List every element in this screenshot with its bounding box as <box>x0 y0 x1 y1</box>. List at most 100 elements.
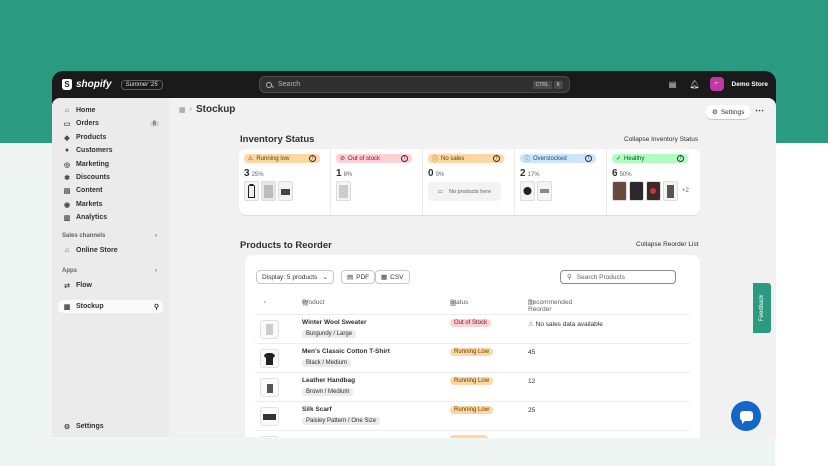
sidebar-item-content[interactable]: ▤ Content <box>58 184 163 197</box>
table-row[interactable]: Men's Classic Cotton T-Shirt Black / Med… <box>255 343 690 372</box>
product-thumbnails <box>520 181 601 201</box>
product-thumbnails <box>244 181 325 201</box>
sidebar-item-label: Discounts <box>76 174 110 181</box>
info-icon[interactable]: i <box>677 155 684 162</box>
collapse-inventory-link[interactable]: Collapse Inventory Status <box>624 136 698 143</box>
search-icon <box>266 81 272 88</box>
sidebar-item-label: Orders <box>76 120 99 127</box>
product-search-input[interactable]: ⚲ Search Products <box>560 270 676 284</box>
table-row[interactable]: Silk Scarf Paisley Pattern / One Size Ru… <box>255 401 690 430</box>
product-thumbnails: +2 <box>612 181 694 201</box>
chat-button[interactable] <box>731 401 761 431</box>
pdf-button[interactable]: ▤ PDF <box>341 270 376 284</box>
table-row[interactable] <box>255 430 690 438</box>
sidebar-item-markets[interactable]: ◉ Markets <box>58 198 163 211</box>
info-icon[interactable]: i <box>493 155 500 162</box>
info-icon[interactable]: i <box>309 155 316 162</box>
store-name[interactable]: Demo Store <box>732 81 768 88</box>
keyboard-shortcut: CTRL K <box>532 80 563 89</box>
product-thumb[interactable] <box>663 181 678 201</box>
sidebar-item-discounts[interactable]: ✱ Discounts <box>58 171 163 184</box>
sidebar-item-flow[interactable]: ⇄ Flow <box>58 279 163 292</box>
sidebar-item-label: Analytics <box>76 214 108 221</box>
status-tag-label: Overstocked <box>533 155 567 162</box>
topbar-actions: ▤ 🔔︎ ⌐ Demo Store <box>666 77 768 91</box>
product-thumb[interactable] <box>520 181 535 201</box>
count-percent: 0% <box>435 172 445 178</box>
gear-icon: ⚙ <box>712 109 718 116</box>
info-icon[interactable]: i <box>401 155 408 162</box>
empty-box-icon: ▭ <box>437 188 443 195</box>
app-icon[interactable]: ▦ <box>179 106 186 114</box>
product-name: Silk Scarf <box>302 406 332 413</box>
feedback-label: Feedback <box>759 294 765 322</box>
orders-count-badge: 8 <box>149 120 159 127</box>
status-column-running-low[interactable]: ⚠ Running low i 3 25% <box>239 149 331 215</box>
product-thumb[interactable] <box>646 181 661 201</box>
sidebar-item-marketing[interactable]: ◎ Marketing <box>58 158 163 171</box>
sidebar-item-online-store[interactable]: ⌂ Online Store <box>58 244 163 257</box>
sidebar-item-orders[interactable]: ▭ Orders 8 <box>58 117 163 130</box>
store-icon[interactable]: ▤ <box>666 77 680 91</box>
settings-button[interactable]: ⚙ Settings <box>706 105 751 119</box>
product-thumb[interactable] <box>629 181 644 201</box>
display-select[interactable]: Display: 5 products ⌄ <box>256 270 334 284</box>
reorder-header-label: Recommended Reorder <box>528 299 573 313</box>
pin-icon[interactable]: ⚲ <box>154 303 159 311</box>
product-thumb[interactable] <box>336 181 351 201</box>
status-count: 1 8% <box>336 168 417 179</box>
store-avatar[interactable]: ⌐ <box>709 77 724 91</box>
sidebar-item-label: Online Store <box>76 247 118 254</box>
global-search[interactable]: Search CTRL K <box>259 76 570 93</box>
count-value: 1 <box>336 168 342 179</box>
search-placeholder: Search Products <box>576 273 625 281</box>
sidebar-item-analytics[interactable]: ▥ Analytics <box>58 211 163 224</box>
status-tag-label: Running low <box>256 155 290 162</box>
product-thumb[interactable] <box>537 181 552 201</box>
sidebar-item-home[interactable]: ⌂ Home <box>58 104 163 117</box>
status-column-overstocked[interactable]: ⓘ Overstocked i 2 17% <box>515 149 607 215</box>
stockup-app-icon: ▦ <box>63 303 71 311</box>
alert-icon: ⓘ <box>432 157 439 163</box>
count-percent: 25% <box>251 172 264 178</box>
sidebar: ⌂ Home ▭ Orders 8 ◆ Products ● Customers ◎ Mar… <box>52 98 169 438</box>
sidebar-item-products[interactable]: ◆ Products <box>58 131 163 144</box>
csv-icon: ▦ <box>381 274 388 281</box>
chevron-down-icon: ⌄ <box>322 274 328 281</box>
more-actions-icon[interactable]: ⋯ <box>755 105 764 116</box>
collapse-reorder-link[interactable]: Collapse Reorder List <box>636 241 699 248</box>
bell-icon[interactable]: 🔔︎ <box>688 77 702 91</box>
product-thumb[interactable] <box>612 181 627 201</box>
empty-text: No products here <box>449 188 492 195</box>
sales-channels-header[interactable]: Sales channels › <box>62 233 157 239</box>
csv-button[interactable]: ▦ CSV <box>375 270 410 284</box>
status-column-no-sales[interactable]: ⓘ No sales i 0 0% ▭ No products here <box>423 149 515 215</box>
table-row[interactable]: Winter Wool Sweater Burgundy / Large Out… <box>255 314 690 343</box>
home-icon: ⌂ <box>64 107 70 114</box>
pdf-icon: ▤ <box>347 274 354 281</box>
apps-header[interactable]: Apps › <box>62 268 157 274</box>
product-thumb[interactable] <box>278 181 293 201</box>
edition-badge[interactable]: Summer '25 <box>120 79 163 90</box>
count-percent: 50% <box>619 172 632 178</box>
status-tag-label: Out of stock <box>348 155 381 162</box>
product-thumb[interactable] <box>244 181 259 201</box>
product-variant: Burgundy / Large <box>302 330 357 338</box>
product-variant: Paisley Pattern / One Size <box>302 417 381 425</box>
info-icon[interactable]: i <box>585 155 592 162</box>
table-row[interactable]: Leather Handbag Brown / Medium Running L… <box>255 372 690 401</box>
chart-icon: ▥ <box>63 214 71 222</box>
flow-icon: ⇄ <box>64 282 70 290</box>
status-column-out-of-stock[interactable]: ⊘ Out of stock i 1 8% <box>331 149 423 215</box>
kbd-k: K <box>553 80 563 89</box>
feedback-tab[interactable]: Feedback <box>753 283 771 333</box>
sidebar-item-customers[interactable]: ● Customers <box>58 144 163 157</box>
search-icon: ⚲ <box>567 274 572 281</box>
shopify-logo[interactable]: S shopify Summer '25 <box>62 79 163 90</box>
status-column-healthy[interactable]: ✓ Healthy i 6 50% +2 <box>607 149 699 215</box>
product-variant: Brown / Medium <box>302 388 354 396</box>
product-thumb[interactable] <box>261 181 276 201</box>
sidebar-item-stockup[interactable]: ▦ Stockup ⚲ <box>58 300 163 313</box>
more-count[interactable]: +2 <box>682 188 689 194</box>
sidebar-item-settings[interactable]: ⚙ Settings <box>58 420 163 433</box>
